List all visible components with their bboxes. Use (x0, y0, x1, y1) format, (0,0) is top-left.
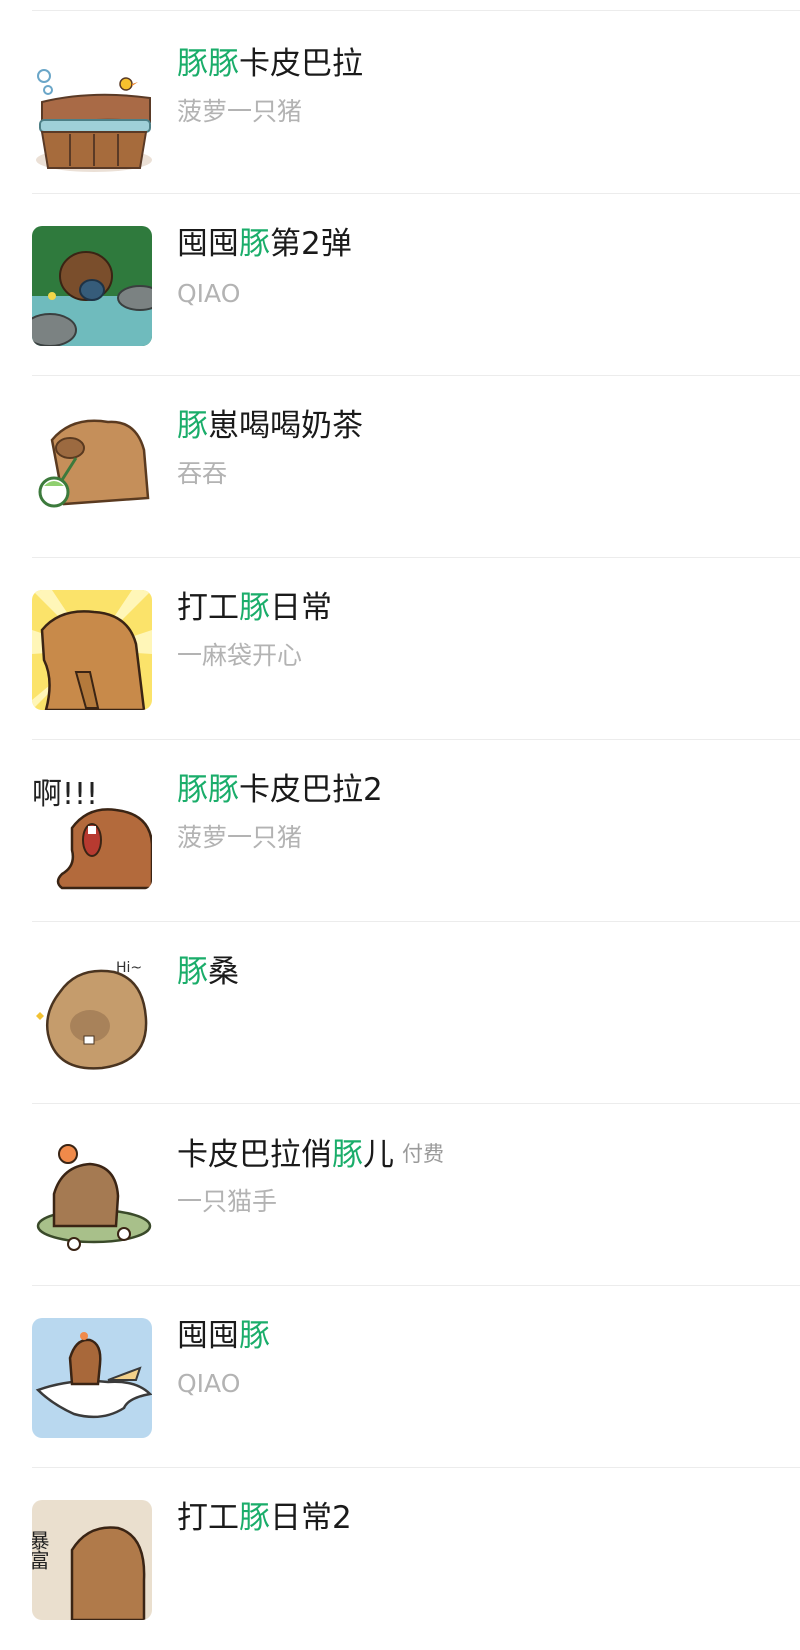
pack-title: 豚豚卡皮巴拉2 (177, 772, 383, 808)
sticker-pack-item[interactable]: 囤囤豚 QIAO (0, 1286, 800, 1468)
capybara-pray-icon (32, 590, 152, 710)
sticker-pack-item[interactable]: 打工豚日常 一麻袋开心 (0, 558, 800, 740)
title-highlight: 豚 (177, 954, 208, 990)
pack-title: 豚崽喝喝奶茶 (177, 408, 363, 444)
pack-author: 菠萝一只猪 (177, 97, 303, 126)
pack-author: 菠萝一只猪 (177, 823, 303, 852)
pack-title: 卡皮巴拉俏豚儿 付费 (177, 1137, 444, 1173)
work2-text: 暴富 (32, 1530, 50, 1570)
pack-author: 吞吞 (177, 459, 228, 488)
capybara-skate-icon (32, 1134, 152, 1254)
title-highlight: 豚 (239, 1318, 270, 1354)
shout-text: 啊!!! (32, 777, 98, 812)
pack-title: 囤囤豚 (177, 1318, 270, 1354)
pack-title: 豚桑 (177, 954, 239, 990)
title-highlight: 豚豚 (177, 772, 239, 808)
title-highlight: 豚 (239, 590, 270, 626)
pack-author: 一麻袋开心 (177, 641, 303, 670)
title-highlight: 豚 (239, 1500, 270, 1536)
sticker-pack-item[interactable]: 啊!!! 豚豚卡皮巴拉2 菠萝一只猪 (0, 740, 800, 922)
capybara-hi-icon: Hi~ (32, 952, 152, 1072)
title-highlight: 豚 (332, 1137, 363, 1173)
paid-badge: 付费 (402, 1142, 444, 1166)
capybara-bath-icon (32, 56, 152, 176)
capybara-bird-icon (32, 1318, 152, 1438)
pack-title: 打工豚日常2 (177, 1500, 352, 1536)
pack-title: 打工豚日常 (177, 590, 332, 626)
title-highlight: 豚 (239, 226, 270, 262)
sticker-pack-item[interactable]: 豚崽喝喝奶茶 吞吞 (0, 376, 800, 558)
pack-title: 囤囤豚第2弹 (177, 226, 352, 262)
sticker-pack-item[interactable]: 囤囤豚第2弹 QIAO (0, 194, 800, 376)
capybara-pond-icon (32, 226, 152, 346)
pack-author: QIAO (177, 1369, 241, 1398)
capybara-milktea-icon (32, 400, 152, 520)
sticker-pack-item[interactable]: Hi~ 豚桑 (0, 922, 800, 1104)
title-highlight: 豚豚 (177, 46, 239, 82)
title-highlight: 豚 (177, 408, 208, 444)
pack-author: 一只猫手 (177, 1187, 278, 1216)
capybara-shout-icon: 啊!!! (32, 770, 152, 890)
divider (32, 10, 800, 11)
sticker-pack-item[interactable]: 卡皮巴拉俏豚儿 付费 一只猫手 (0, 1104, 800, 1286)
pack-author: QIAO (177, 279, 241, 308)
sticker-pack-item[interactable]: 豚豚卡皮巴拉 菠萝一只猪 (0, 12, 800, 194)
pack-title: 豚豚卡皮巴拉 (177, 46, 363, 82)
capybara-work2-icon: 暴富 (32, 1500, 152, 1620)
sticker-pack-item[interactable]: 暴富 打工豚日常2 (0, 1468, 800, 1650)
